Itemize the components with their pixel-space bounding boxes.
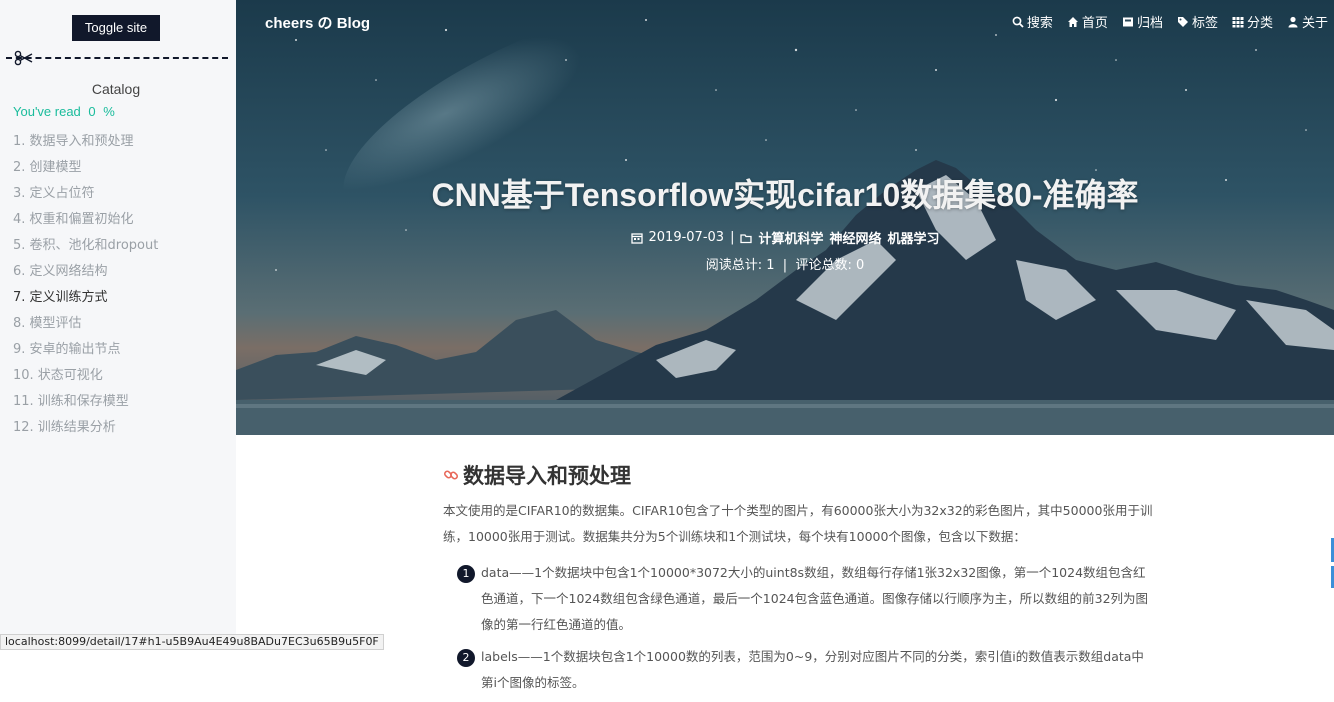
catalog-item[interactable]: 8. 模型评估 xyxy=(13,314,158,340)
top-nav: 搜索 首页 归档 标签 分类 关于 xyxy=(1012,12,1328,31)
catalog-item[interactable]: 9. 安卓的输出节点 xyxy=(13,340,158,366)
list-item: 2 labels——1个数据块包含1个10000数的列表，范围为0~9，分别对应… xyxy=(457,644,1153,696)
comments-count: 评论总数: 0 xyxy=(795,258,865,273)
nav-about[interactable]: 关于 xyxy=(1287,12,1328,31)
catalog-item[interactable]: 4. 权重和偏置初始化 xyxy=(13,210,158,236)
stats-separator: | xyxy=(782,258,788,273)
browser-status-url: localhost:8099/detail/17#h1-u5B9Au4E49u8… xyxy=(0,634,384,650)
nav-label: 首页 xyxy=(1081,16,1108,31)
nav-label: 归档 xyxy=(1136,16,1163,31)
meta-separator: | xyxy=(730,230,735,245)
nav-home[interactable]: 首页 xyxy=(1067,12,1108,31)
list-item-text: data——1个数据块中包含1个10000*3072大小的uint8s数组，数组… xyxy=(481,565,1149,632)
post-stats: 阅读总计: 1 | 评论总数: 0 xyxy=(236,254,1334,273)
list-item: 1 data——1个数据块中包含1个10000*3072大小的uint8s数组，… xyxy=(457,560,1153,638)
nav-categories[interactable]: 分类 xyxy=(1232,12,1273,31)
nav-tags[interactable]: 标签 xyxy=(1177,12,1218,31)
catalog-title: Catalog xyxy=(91,81,141,97)
divider xyxy=(6,57,228,59)
nav-label: 标签 xyxy=(1191,16,1218,31)
section-heading: 数据导入和预处理 xyxy=(443,460,1153,490)
read-progress-prefix: You've read xyxy=(13,104,81,119)
scissors-icon xyxy=(14,50,33,66)
post-title: CNN基于Tensorflow实现cifar10数据集80-准确率 xyxy=(431,177,1139,213)
folder-icon xyxy=(740,233,753,243)
sidebar: Toggle site Catalog You've read 0 % 1. 数… xyxy=(0,0,236,650)
calendar-icon xyxy=(630,232,643,244)
catalog-item[interactable]: 1. 数据导入和预处理 xyxy=(13,132,158,158)
user-icon xyxy=(1288,16,1298,27)
data-list: 1 data——1个数据块中包含1个10000*3072大小的uint8s数组，… xyxy=(457,560,1153,696)
list-number: 2 xyxy=(457,649,475,667)
catalog-item[interactable]: 6. 定义网络结构 xyxy=(13,262,158,288)
section-heading-text: 数据导入和预处理 xyxy=(463,464,631,488)
catalog-item[interactable]: 5. 卷积、池化和dropout xyxy=(13,236,158,262)
link-icon[interactable] xyxy=(443,467,459,483)
mountain-background-image xyxy=(236,0,1334,435)
catalog-item[interactable]: 12. 训练结果分析 xyxy=(13,418,158,444)
views-count: 阅读总计: 1 xyxy=(705,258,775,273)
post-tag[interactable]: 机器学习 xyxy=(887,228,939,247)
search-icon xyxy=(1012,16,1024,28)
intro-paragraph: 本文使用的是CIFAR10的数据集。CIFAR10包含了十个类型的图片，有600… xyxy=(443,503,1153,544)
archive-icon xyxy=(1122,17,1133,26)
catalog-list: 1. 数据导入和预处理 2. 创建模型 3. 定义占位符 4. 权重和偏置初始化… xyxy=(13,132,158,444)
nav-label: 关于 xyxy=(1301,16,1328,31)
list-item-text: labels——1个数据块包含1个10000数的列表，范围为0~9，分别对应图片… xyxy=(481,649,1144,690)
catalog-item[interactable]: 7. 定义训练方式 xyxy=(13,288,158,314)
catalog-item[interactable]: 2. 创建模型 xyxy=(13,158,158,184)
tags-icon xyxy=(1177,16,1188,27)
post-tag[interactable]: 神经网络 xyxy=(829,228,881,247)
read-progress-suffix: % xyxy=(103,104,115,119)
blog-brand[interactable]: cheers の Blog xyxy=(265,12,370,33)
catalog-item[interactable]: 10. 状态可视化 xyxy=(13,366,158,392)
hero-header: cheers の Blog 搜索 首页 归档 标签 分类 关于 CNN基于Ten… xyxy=(236,0,1334,435)
list-number: 1 xyxy=(457,565,475,583)
post-tag[interactable]: 计算机科学 xyxy=(758,228,823,247)
post-meta: 2019-07-03 | 计算机科学 神经网络 机器学习 xyxy=(236,228,1334,247)
grid-icon xyxy=(1232,16,1244,27)
article-body: 数据导入和预处理 本文使用的是CIFAR10的数据集。CIFAR10包含了十个类… xyxy=(443,460,1153,702)
toggle-site-button[interactable]: Toggle site xyxy=(72,15,160,41)
catalog-item[interactable]: 11. 训练和保存模型 xyxy=(13,392,158,418)
nav-label: 分类 xyxy=(1246,16,1273,31)
read-progress-value: 0 xyxy=(88,104,96,119)
nav-label: 搜索 xyxy=(1026,16,1053,31)
catalog-item[interactable]: 3. 定义占位符 xyxy=(13,184,158,210)
nav-search[interactable]: 搜索 xyxy=(1012,12,1053,31)
nav-archive[interactable]: 归档 xyxy=(1122,12,1163,31)
read-progress: You've read 0 % xyxy=(13,104,119,119)
home-icon xyxy=(1067,16,1078,27)
post-date: 2019-07-03 xyxy=(648,230,725,245)
